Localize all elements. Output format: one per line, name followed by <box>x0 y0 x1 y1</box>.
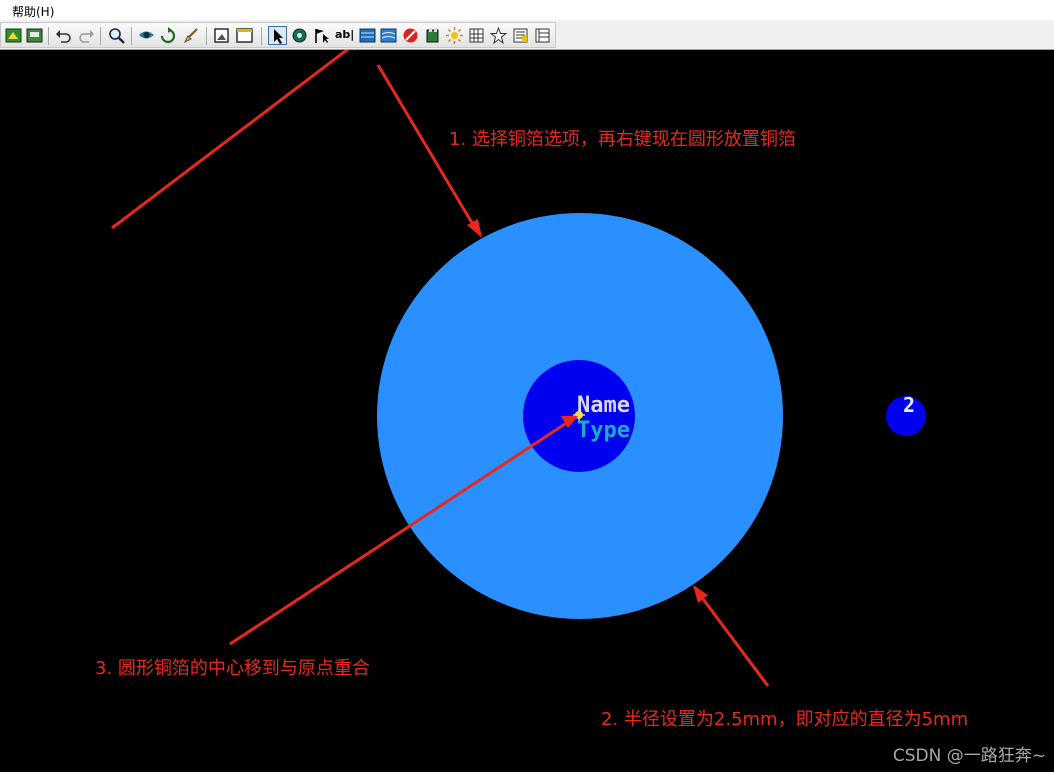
annotation-step1: 1. 选择铜箔选项，再右键现在圆形放置铜箔 <box>449 129 796 150</box>
pcb-tool-icon[interactable] <box>25 26 44 45</box>
undo-icon[interactable] <box>54 26 73 45</box>
text-tool-icon[interactable]: ab| <box>335 26 355 45</box>
arrow-to-circle-edge-head <box>467 219 482 238</box>
window-icon[interactable] <box>235 26 254 45</box>
pad-2-label: 2 <box>903 393 916 417</box>
zoom-icon[interactable] <box>107 26 126 45</box>
table-icon[interactable] <box>533 26 552 45</box>
snapshot-icon[interactable] <box>212 26 231 45</box>
pad-name-label: Name <box>577 393 630 418</box>
sun-icon[interactable] <box>445 26 464 45</box>
grid-icon[interactable] <box>467 26 486 45</box>
toolbar-separator <box>100 27 101 45</box>
menu-help[interactable]: 帮助(H) <box>12 3 54 20</box>
toolbar: ab| <box>0 20 1054 50</box>
select-arrow-icon[interactable] <box>268 26 287 45</box>
rotate-icon[interactable] <box>290 26 309 45</box>
toolbar-separator <box>206 27 207 45</box>
menu-bar: 帮助(H) <box>0 0 1054 20</box>
toolbar-separator <box>131 27 132 45</box>
toolbar-separator <box>48 27 49 45</box>
arrow-to-radius <box>698 594 770 687</box>
star-icon[interactable] <box>489 26 508 45</box>
view-icon[interactable] <box>137 26 156 45</box>
toolbar-separator <box>261 27 262 45</box>
list-icon[interactable] <box>511 26 530 45</box>
redo-icon[interactable] <box>77 26 96 45</box>
no-entry-icon[interactable] <box>401 26 420 45</box>
refresh-icon[interactable] <box>159 26 178 45</box>
annotation-step3: 3. 圆形铜箔的中心移到与原点重合 <box>95 658 370 679</box>
copper-icon[interactable] <box>358 26 377 45</box>
copper-cutout-icon[interactable] <box>379 26 398 45</box>
watermark: CSDN @一路狂奔~ <box>892 746 1046 766</box>
component-icon[interactable] <box>423 26 442 45</box>
arrow-to-toolbar-head <box>353 50 355 51</box>
flag-icon[interactable] <box>312 26 331 45</box>
pad-type-label: Type <box>577 418 630 443</box>
arrow-to-toolbar <box>111 50 350 230</box>
annotation-step2: 2. 半径设置为2.5mm，即对应的直径为5mm <box>601 709 969 730</box>
text-tool-label: ab| <box>335 28 355 41</box>
brush-icon[interactable] <box>182 26 201 45</box>
layer-tool-icon[interactable] <box>4 26 23 45</box>
toolbar-group: ab| <box>0 22 556 48</box>
